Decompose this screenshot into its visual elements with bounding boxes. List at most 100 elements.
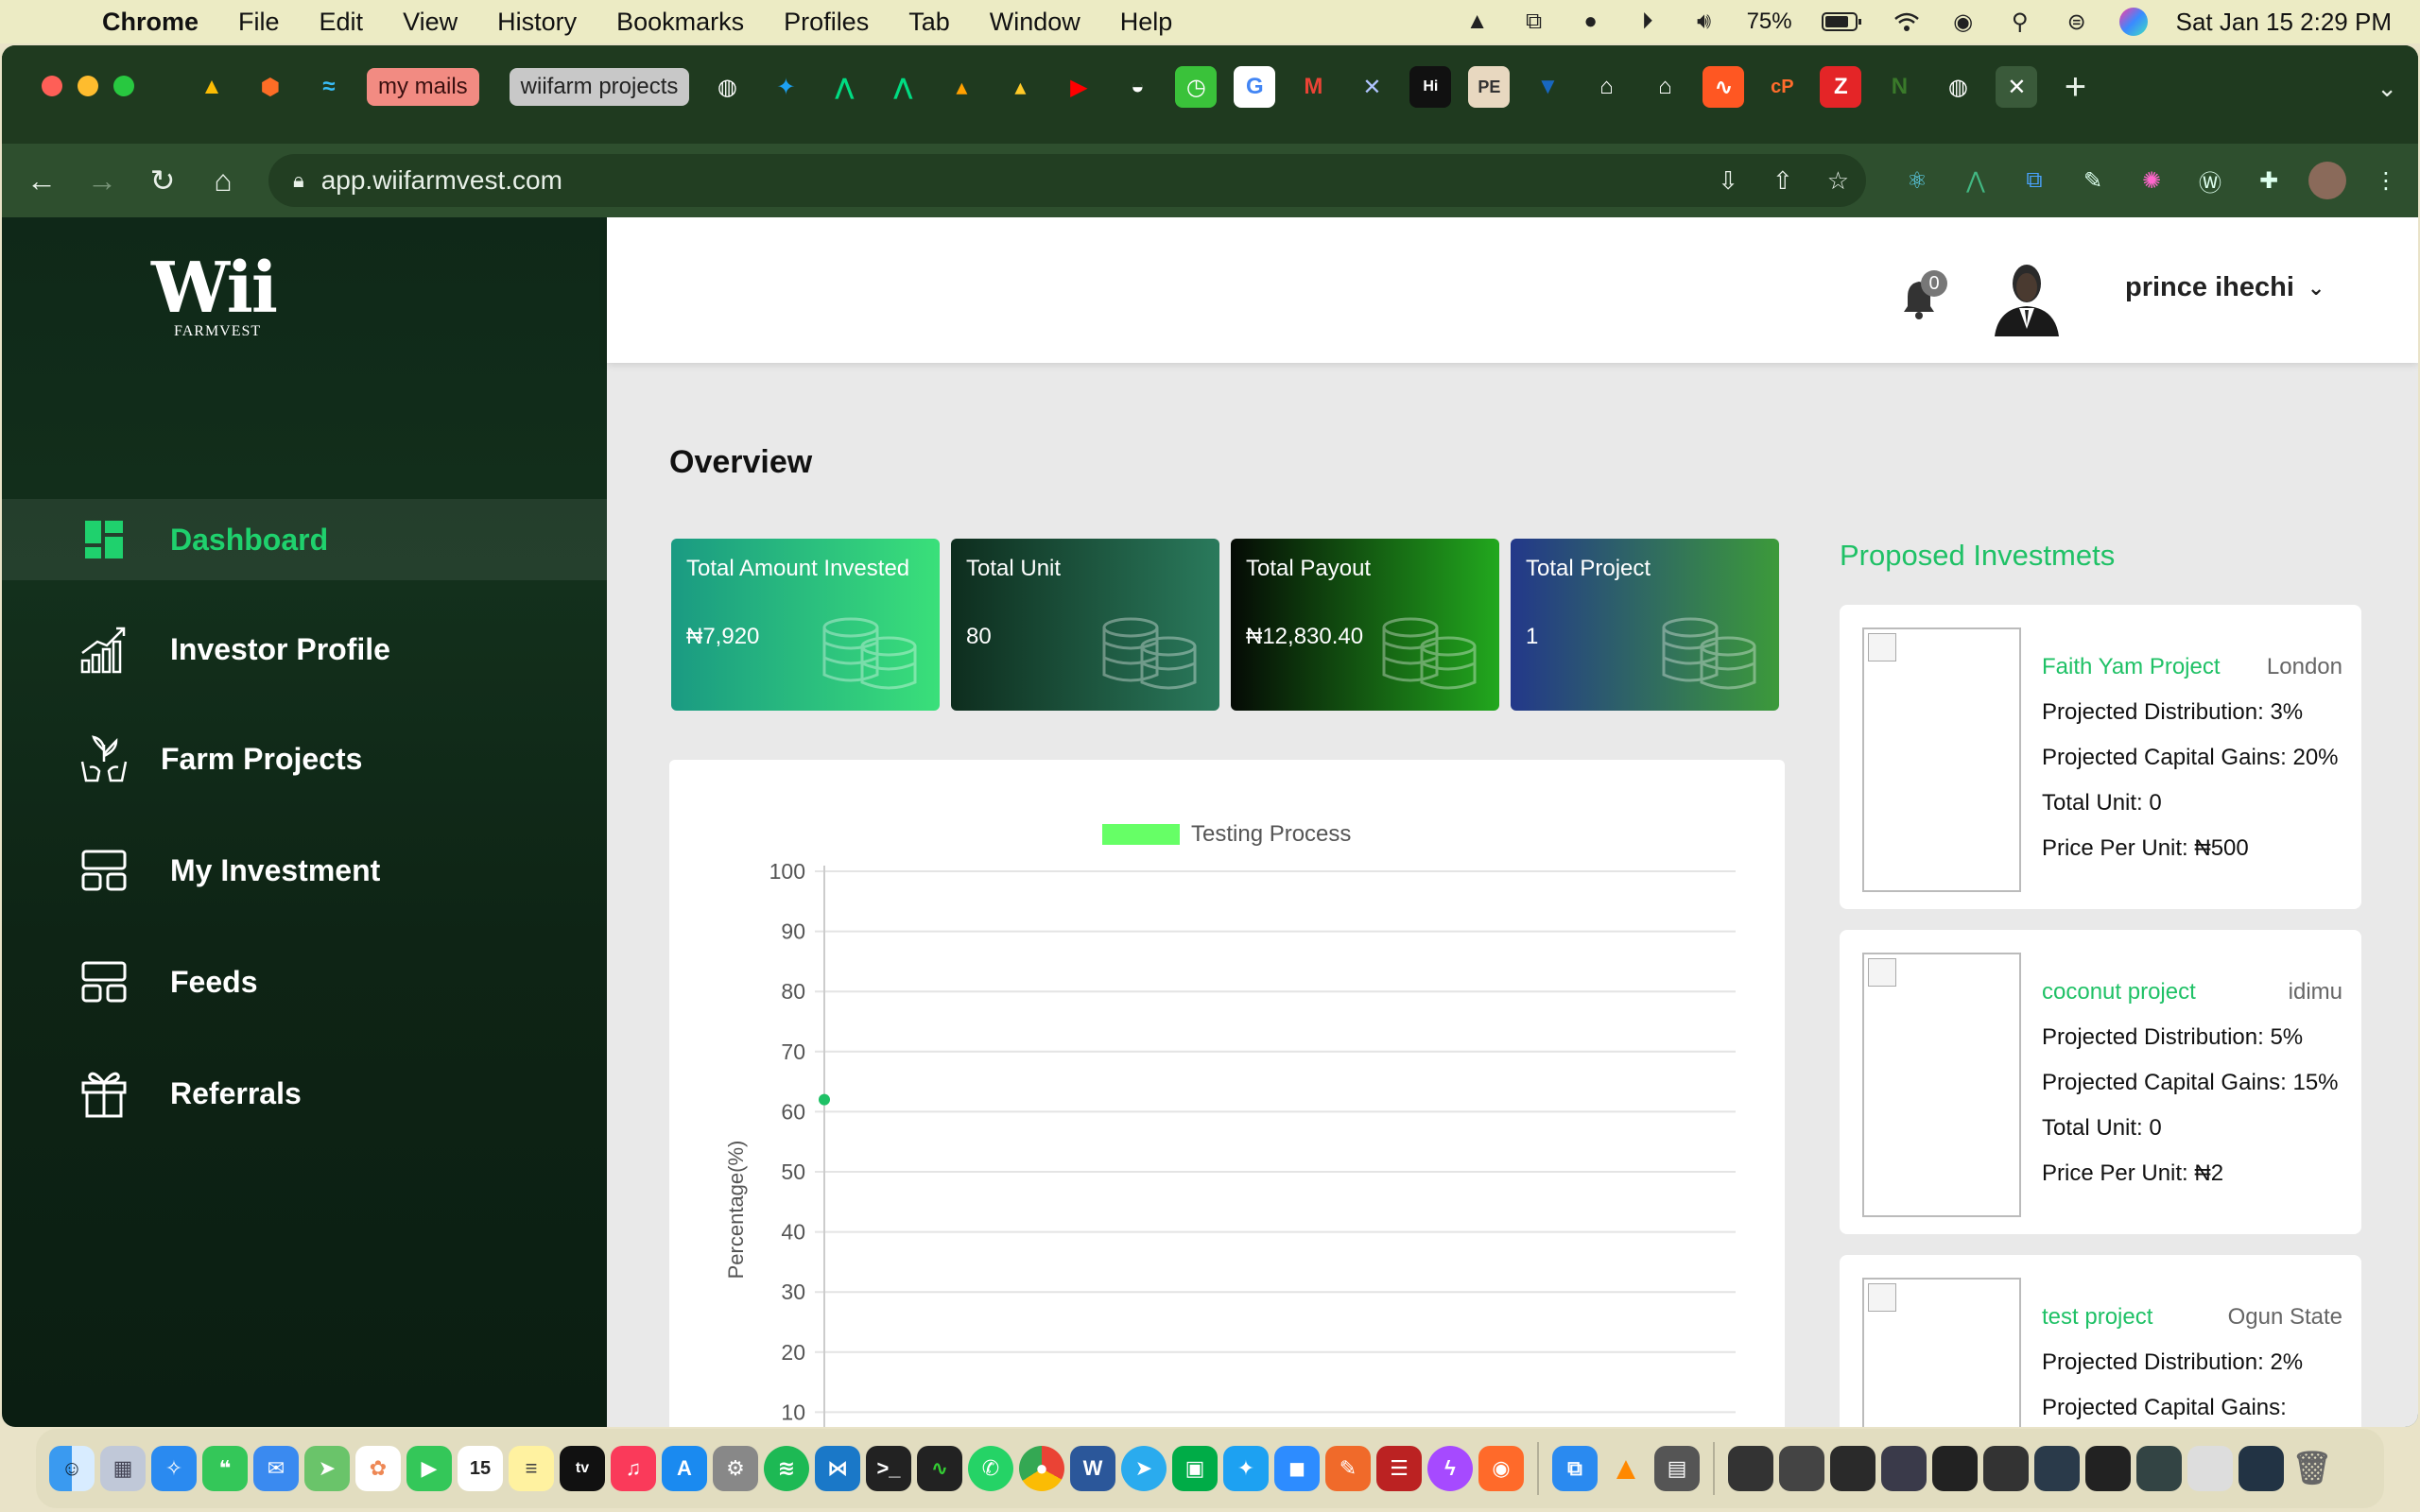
- back-button[interactable]: ←: [21, 160, 62, 201]
- orange-tab-icon[interactable]: ∿: [1703, 66, 1745, 108]
- nuxt-tab-icon[interactable]: ⋀: [823, 66, 865, 108]
- address-bar[interactable]: 🔒︎ app.wiifarmvest.com ⇩ ⇧ ☆: [268, 154, 1866, 207]
- project-image[interactable]: [1862, 627, 2021, 892]
- lock-icon[interactable]: 🔒︎: [293, 168, 304, 193]
- calendar-icon[interactable]: 15: [458, 1446, 503, 1491]
- house-tab-icon-2[interactable]: ⌂: [1644, 66, 1685, 108]
- launchpad-icon[interactable]: ▦: [100, 1446, 146, 1491]
- menu-app-name[interactable]: Chrome: [102, 8, 199, 37]
- nuxt-tab-icon-2[interactable]: ⋀: [882, 66, 924, 108]
- menu-view[interactable]: View: [403, 8, 458, 37]
- screen-recorder-icon[interactable]: ◉: [1478, 1446, 1524, 1491]
- dark-tab-icon[interactable]: ◒: [1116, 66, 1158, 108]
- vlc-icon[interactable]: ▲: [1603, 1446, 1649, 1491]
- close-x-tab-icon[interactable]: ✕: [1351, 66, 1392, 108]
- forward-button[interactable]: →: [81, 160, 123, 201]
- control-center-icon[interactable]: ⊜: [2063, 8, 2091, 36]
- project-name[interactable]: test project: [2042, 1302, 2152, 1332]
- finder-icon[interactable]: ☺: [49, 1446, 95, 1491]
- sidebar-item-feeds[interactable]: Feeds: [2, 941, 607, 1022]
- hi-tab-icon[interactable]: Hi: [1409, 66, 1452, 108]
- tab-group-my-mails[interactable]: my mails: [367, 68, 479, 106]
- proposed-investment-card[interactable]: test project Ogun State Projected Distri…: [1840, 1255, 2361, 1427]
- mail-icon[interactable]: ✉: [253, 1446, 299, 1491]
- whatsapp-icon[interactable]: ✆: [968, 1446, 1013, 1491]
- user-switch-icon[interactable]: ◉: [1949, 8, 1978, 36]
- twitter-icon[interactable]: ✦: [1223, 1446, 1269, 1491]
- vlc-status-icon[interactable]: ▲: [1463, 8, 1492, 36]
- menu-help[interactable]: Help: [1120, 8, 1173, 37]
- zoho-tab-icon[interactable]: Z: [1820, 66, 1862, 108]
- proposed-investment-card[interactable]: coconut project idimu Projected Distribu…: [1840, 930, 2361, 1234]
- minimize-window-button[interactable]: [78, 76, 98, 96]
- minimized-window-icon[interactable]: [2136, 1446, 2182, 1491]
- gmail-tab-icon[interactable]: M: [1292, 66, 1334, 108]
- play-icon[interactable]: ⏵: [1634, 8, 1662, 36]
- close-window-button[interactable]: [42, 76, 62, 96]
- minimized-window-icon[interactable]: [1932, 1446, 1978, 1491]
- sidebar-item-investor-profile[interactable]: Investor Profile: [2, 609, 607, 690]
- minimized-window-icon[interactable]: [1728, 1446, 1773, 1491]
- tab-search-chevron-icon[interactable]: ⌄: [2377, 74, 2397, 103]
- telegram-icon[interactable]: ➤: [1121, 1446, 1167, 1491]
- firebase-tab-icon[interactable]: ▴: [941, 66, 982, 108]
- minimized-window-icon[interactable]: [1881, 1446, 1927, 1491]
- screenshot-app-icon[interactable]: ⧉: [1552, 1446, 1598, 1491]
- sidebar-item-dashboard[interactable]: Dashboard: [2, 499, 607, 580]
- menu-profiles[interactable]: Profiles: [784, 8, 869, 37]
- project-name[interactable]: Faith Yam Project: [2042, 652, 2221, 682]
- messages-icon[interactable]: ❝: [202, 1446, 248, 1491]
- zoom-icon[interactable]: ◼: [1274, 1446, 1320, 1491]
- wii-farmvest-logo[interactable]: Wii FARMVEST: [151, 253, 284, 348]
- trash-icon[interactable]: 🗑︎: [2290, 1446, 2335, 1491]
- eyedropper-icon[interactable]: ✎: [2074, 162, 2112, 199]
- project-image[interactable]: [1862, 1278, 2021, 1427]
- twitter-tab-icon[interactable]: ✦: [765, 66, 806, 108]
- menubar-clock[interactable]: Sat Jan 15 2:29 PM: [2176, 8, 2392, 37]
- menu-window[interactable]: Window: [990, 8, 1080, 37]
- vector-app-icon[interactable]: ✎: [1325, 1446, 1371, 1491]
- url-text[interactable]: app.wiifarmvest.com: [321, 165, 562, 196]
- chrome-menu-icon[interactable]: ⋮: [2367, 162, 2405, 199]
- firebase-tab-icon-2[interactable]: ▴: [999, 66, 1041, 108]
- react-devtools-icon[interactable]: ⚛: [1898, 162, 1936, 199]
- sidebar-item-farm-projects[interactable]: Farm Projects: [2, 718, 607, 799]
- user-avatar[interactable]: [1989, 259, 2065, 336]
- spotify-icon[interactable]: ≋: [764, 1446, 809, 1491]
- database-icon[interactable]: ☰: [1376, 1446, 1422, 1491]
- spotlight-search-icon[interactable]: ⚲: [2006, 8, 2034, 36]
- timer-tab-icon[interactable]: ◷: [1175, 66, 1218, 108]
- zoom-window-button[interactable]: [113, 76, 134, 96]
- menu-file[interactable]: File: [238, 8, 280, 37]
- battery-icon[interactable]: [1821, 8, 1864, 36]
- messenger-icon[interactable]: ϟ: [1427, 1446, 1473, 1491]
- minimized-window-icon[interactable]: [2187, 1446, 2233, 1491]
- sidebar-item-my-investment[interactable]: My Investment: [2, 830, 607, 911]
- minimized-window-icon[interactable]: [1830, 1446, 1876, 1491]
- wappalyzer-icon[interactable]: Ⓦ: [2191, 162, 2229, 199]
- notification-status-icon[interactable]: ●: [1577, 8, 1605, 36]
- screen-capture-icon[interactable]: ⧉: [2015, 162, 2053, 199]
- activity-monitor-icon[interactable]: ∿: [917, 1446, 962, 1491]
- safari-icon[interactable]: ✧: [151, 1446, 197, 1491]
- sidebar-item-referrals[interactable]: Referrals: [2, 1053, 607, 1134]
- home-button[interactable]: ⌂: [202, 160, 244, 201]
- terminal-icon[interactable]: >_: [866, 1446, 911, 1491]
- google-drive-tab-icon[interactable]: ▲: [191, 66, 233, 108]
- n-tab-icon[interactable]: N: [1878, 66, 1920, 108]
- menu-history[interactable]: History: [497, 8, 577, 37]
- minimized-window-icon[interactable]: [2034, 1446, 2080, 1491]
- legend-swatch[interactable]: [1102, 824, 1180, 845]
- color-wheel-icon[interactable]: ✺: [2133, 162, 2170, 199]
- bookmark-star-icon[interactable]: ☆: [1827, 166, 1849, 196]
- github-tab-icon[interactable]: ◍: [706, 66, 748, 108]
- menu-bookmarks[interactable]: Bookmarks: [616, 8, 744, 37]
- proposed-investment-card[interactable]: Faith Yam Project London Projected Distr…: [1840, 605, 2361, 909]
- project-name[interactable]: coconut project: [2042, 977, 2196, 1007]
- vuetify-tab-icon[interactable]: ▼: [1527, 66, 1568, 108]
- gitlab-tab-icon[interactable]: ⬢: [250, 66, 291, 108]
- reload-button[interactable]: ↻: [142, 160, 183, 201]
- google-meet-icon[interactable]: ▣: [1172, 1446, 1218, 1491]
- vue-devtools-icon[interactable]: ⋀: [1957, 162, 1995, 199]
- minimized-window-icon[interactable]: [2085, 1446, 2131, 1491]
